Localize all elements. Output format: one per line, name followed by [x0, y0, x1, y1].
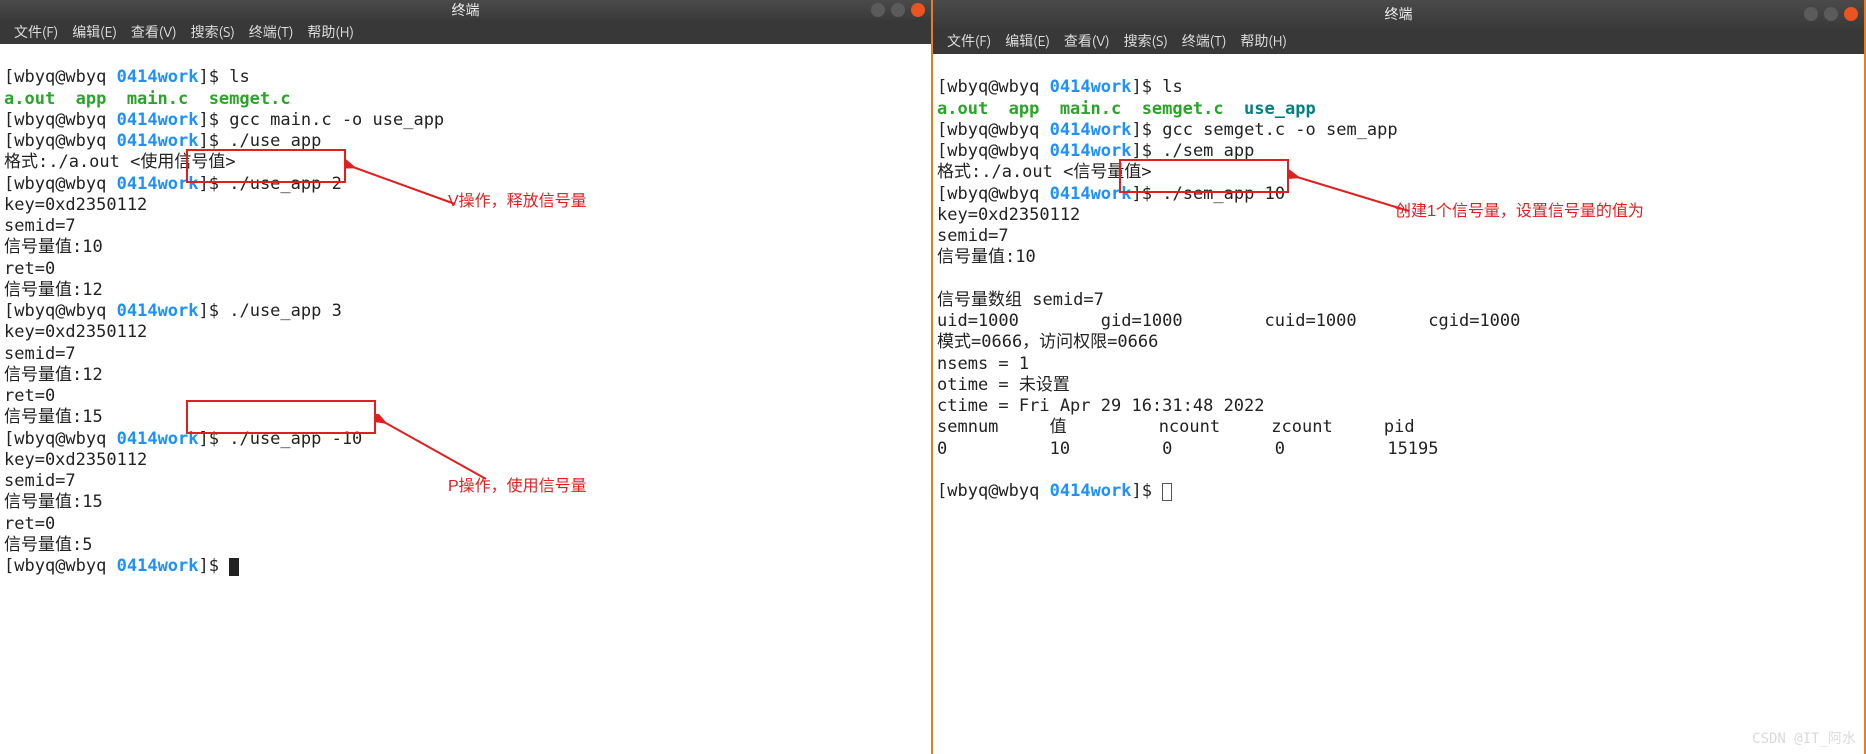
menu-search[interactable]: 搜索(S): [185, 20, 241, 44]
ls-output: a.out app main.c semget.c: [4, 89, 291, 109]
menu-file[interactable]: 文件(F): [941, 29, 997, 53]
output-line: 格式:./a.out <信号量值>: [937, 162, 1152, 182]
right-terminal-window: 终端 文件(F) 编辑(E) 查看(V) 搜索(S) 终端(T) 帮助(H) […: [933, 0, 1866, 754]
output-line: 信号量值:15: [4, 407, 103, 427]
menu-view[interactable]: 查看(V): [1058, 29, 1116, 53]
output-line: key=0xd2350112: [4, 322, 147, 342]
output-line: key=0xd2350112: [4, 195, 147, 215]
output-line: [wbyq@wbyq 0414work]$ gcc semget.c -o se…: [937, 120, 1398, 140]
output-line: semid=7: [4, 216, 76, 236]
cursor-icon: [1162, 483, 1172, 501]
cursor-icon: [229, 558, 239, 576]
output-line: [wbyq@wbyq 0414work]$ ./sem_app: [937, 141, 1254, 161]
menu-edit[interactable]: 编辑(E): [66, 20, 123, 44]
right-window-controls: [1804, 7, 1858, 21]
output-line: ret=0: [4, 386, 55, 406]
left-terminal-body[interactable]: [wbyq@wbyq 0414work]$ ls a.out app main.…: [0, 44, 931, 754]
output-line: 信号量值:10: [4, 237, 103, 257]
watermark-text: CSDN @IT_阿水: [1752, 728, 1856, 748]
output-line: otime = 未设置: [937, 375, 1070, 395]
output-line: 格式:./a.out <使用信号值>: [4, 152, 236, 172]
output-line: 模式=0666，访问权限=0666: [937, 332, 1158, 352]
menu-view[interactable]: 查看(V): [125, 20, 183, 44]
output-line: 信号量值:15: [4, 492, 103, 512]
output-line: 信号量数组 semid=7: [937, 290, 1104, 310]
close-button[interactable]: [911, 3, 925, 17]
menu-search[interactable]: 搜索(S): [1118, 29, 1174, 53]
close-button[interactable]: [1844, 7, 1858, 21]
annotation-arrow-v: [345, 159, 465, 219]
maximize-button[interactable]: [891, 3, 905, 17]
output-line: ctime = Fri Apr 29 16:31:48 2022: [937, 396, 1265, 416]
menu-terminal[interactable]: 终端(T): [243, 20, 300, 44]
right-terminal-body[interactable]: [wbyq@wbyq 0414work]$ ls a.out app main.…: [933, 54, 1864, 754]
output-line: 0 10 0 0 15195: [937, 439, 1439, 459]
annotation-label-create: 创建1个信号量，设置信号量的值为: [1395, 202, 1644, 222]
ls-output: a.out app main.c semget.c use_app: [937, 99, 1316, 119]
left-titlebar[interactable]: 终端: [0, 0, 931, 20]
output-line: [wbyq@wbyq 0414work]$ ls: [937, 77, 1183, 97]
maximize-button[interactable]: [1824, 7, 1838, 21]
right-titlebar[interactable]: 终端: [933, 0, 1864, 28]
output-line: 信号量值:10: [937, 247, 1036, 267]
menu-terminal[interactable]: 终端(T): [1176, 29, 1233, 53]
output-line: [wbyq@wbyq 0414work]$ gcc main.c -o use_…: [4, 110, 444, 130]
output-line: ret=0: [4, 259, 55, 279]
prompt-line: [wbyq@wbyq 0414work]$: [4, 556, 239, 576]
menu-edit[interactable]: 编辑(E): [999, 29, 1056, 53]
minimize-button[interactable]: [1804, 7, 1818, 21]
output-line: 信号量值:5: [4, 535, 92, 555]
output-line: key=0xd2350112: [4, 450, 147, 470]
output-line: semid=7: [4, 471, 76, 491]
left-menubar: 文件(F) 编辑(E) 查看(V) 搜索(S) 终端(T) 帮助(H): [0, 20, 931, 44]
left-window-controls: [871, 3, 925, 17]
annotation-label-v: V操作，释放信号量: [448, 192, 587, 212]
output-line: 信号量值:12: [4, 280, 103, 300]
output-line: semid=7: [4, 344, 76, 364]
prompt-line: [wbyq@wbyq 0414work]$: [937, 481, 1172, 501]
output-line: [wbyq@wbyq 0414work]$ ./use_app -10: [4, 429, 362, 449]
output-line: [wbyq@wbyq 0414work]$ ./use_app 3: [4, 301, 342, 321]
output-line: semnum 值 ncount zcount pid: [937, 417, 1415, 437]
menu-help[interactable]: 帮助(H): [1234, 29, 1293, 53]
left-title-text: 终端: [452, 0, 480, 20]
minimize-button[interactable]: [871, 3, 885, 17]
right-menubar: 文件(F) 编辑(E) 查看(V) 搜索(S) 终端(T) 帮助(H): [933, 28, 1864, 54]
output-line: [wbyq@wbyq 0414work]$ ./use_app: [4, 131, 321, 151]
menu-file[interactable]: 文件(F): [8, 20, 64, 44]
output-line: [wbyq@wbyq 0414work]$ ./use_app 2: [4, 174, 342, 194]
output-line: semid=7: [937, 226, 1009, 246]
left-terminal-window: 终端 文件(F) 编辑(E) 查看(V) 搜索(S) 终端(T) 帮助(H) […: [0, 0, 933, 754]
output-line: ret=0: [4, 514, 55, 534]
menu-help[interactable]: 帮助(H): [301, 20, 360, 44]
output-line: [wbyq@wbyq 0414work]$ ls: [4, 67, 250, 87]
output-line: 信号量值:12: [4, 365, 103, 385]
output-line: [wbyq@wbyq 0414work]$ ./sem_app 10: [937, 184, 1285, 204]
output-line: nsems = 1: [937, 354, 1029, 374]
output-line: uid=1000 gid=1000 cuid=1000 cgid=1000: [937, 311, 1520, 331]
output-line: key=0xd2350112: [937, 205, 1080, 225]
annotation-label-p: P操作，使用信号量: [448, 477, 587, 497]
right-title-text: 终端: [1385, 4, 1413, 24]
